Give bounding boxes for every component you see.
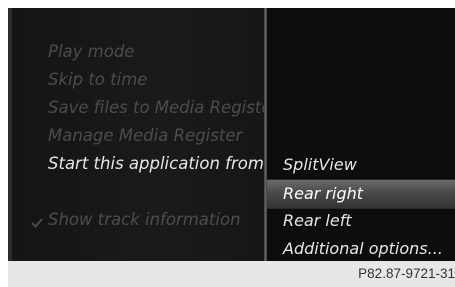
submenu-item-additional-options[interactable]: Additional options...: [267, 235, 455, 261]
submenu-item-rear-right[interactable]: Rear right: [267, 180, 455, 208]
submenu: SplitView Rear right Rear left Additiona…: [267, 8, 455, 261]
submenu-item-splitview[interactable]: SplitView: [267, 151, 455, 179]
menu-item-skip-to-time[interactable]: Skip to time: [48, 70, 264, 89]
menu-item-cut-off: [48, 10, 264, 29]
menu-item-show-track-information[interactable]: Show track information: [48, 210, 264, 229]
scroll-edge: [8, 8, 12, 261]
menu-item-save-files[interactable]: Save files to Media Register: [48, 98, 264, 117]
menu-item-play-mode[interactable]: Play mode: [48, 42, 264, 61]
figure-code: P82.87-9721-31: [358, 266, 455, 281]
caption-bar: P82.87-9721-31: [8, 261, 455, 287]
main-menu: Play mode Skip to time Save files to Med…: [8, 8, 264, 261]
media-screen: Play mode Skip to time Save files to Med…: [8, 8, 455, 261]
submenu-item-rear-left[interactable]: Rear left: [267, 207, 455, 235]
checkmark-icon: [31, 218, 43, 228]
menu-item-start-application[interactable]: Start this application from a: [48, 154, 264, 173]
menu-item-manage-media-register[interactable]: Manage Media Register: [48, 126, 264, 145]
menu-item-obscured: [48, 182, 264, 201]
